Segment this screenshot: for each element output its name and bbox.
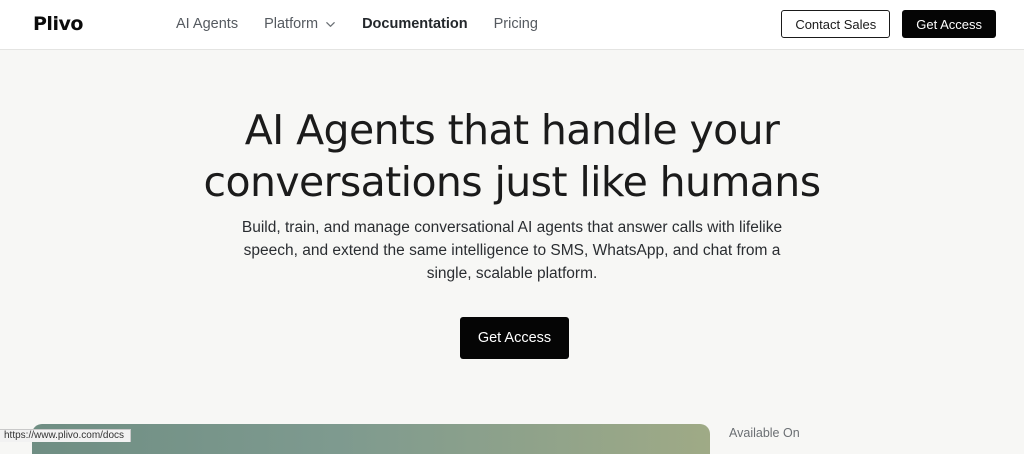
nav-actions: Contact Sales Get Access <box>781 10 996 38</box>
available-on-label: Available On <box>729 426 800 440</box>
status-bar-url: https://www.plivo.com/docs <box>0 429 132 442</box>
hero-title-line-2: conversations just like humans <box>203 158 822 206</box>
get-access-hero-button[interactable]: Get Access <box>460 317 569 359</box>
plivo-logo[interactable]: Plivo <box>33 12 83 36</box>
hero-title: AI Agents that handle your conversations… <box>0 104 1024 208</box>
nav-documentation[interactable]: Documentation <box>362 16 468 32</box>
chevron-down-icon <box>326 21 335 27</box>
top-navigation: Plivo AI Agents Platform Documentation P… <box>0 0 1024 50</box>
contact-sales-button[interactable]: Contact Sales <box>781 10 891 38</box>
hero-media-panel <box>32 424 710 454</box>
nav-pricing-label: Pricing <box>493 16 538 32</box>
nav-pricing[interactable]: Pricing <box>494 16 538 32</box>
main-nav: AI Agents Platform Documentation Pricing <box>176 0 564 48</box>
hero-title-line-1: AI Agents that handle your <box>244 106 780 154</box>
nav-platform-label: Platform <box>264 16 319 32</box>
get-access-header-button[interactable]: Get Access <box>902 10 996 38</box>
hero-subtitle: Build, train, and manage conversational … <box>241 219 783 282</box>
nav-platform[interactable]: Platform <box>264 16 336 32</box>
nav-ai-agents-label: AI Agents <box>176 16 239 32</box>
nav-documentation-label: Documentation <box>362 16 468 32</box>
nav-ai-agents[interactable]: AI Agents <box>176 16 238 32</box>
